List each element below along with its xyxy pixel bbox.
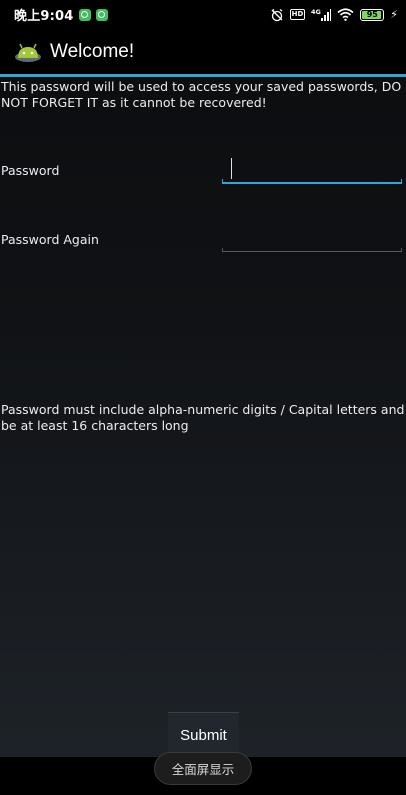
password-again-label: Password Again	[1, 232, 99, 247]
battery-percent: 95	[366, 9, 378, 19]
notification-app-icon	[95, 8, 108, 21]
status-time: 晚上9:04	[14, 9, 74, 24]
action-bar-divider	[0, 74, 406, 77]
password-input-edge	[222, 179, 223, 184]
action-bar: Welcome!	[0, 29, 406, 74]
intro-warning-text: This password will be used to access you…	[1, 79, 402, 110]
wifi-icon	[337, 8, 354, 21]
android-icon	[14, 41, 42, 63]
screen: 晚上9:04 HD 4G 95 ⚡︎ Welcome! This passwor…	[0, 0, 406, 795]
status-icons: HD 4G 95 ⚡︎	[270, 0, 398, 29]
page-title: Welcome!	[50, 40, 135, 62]
fullscreen-display-button[interactable]: 全面屏显示	[154, 752, 252, 785]
password-again-input-edge	[401, 248, 402, 252]
password-input[interactable]	[222, 158, 402, 184]
submit-button[interactable]: Submit	[168, 712, 239, 757]
cell-signal-icon: 4G	[311, 8, 332, 22]
hd-badge: HD	[289, 9, 306, 20]
password-input-edge	[401, 179, 402, 184]
text-cursor	[231, 158, 232, 179]
password-label: Password	[1, 163, 60, 178]
status-bar: 晚上9:04 HD 4G 95 ⚡︎	[0, 0, 406, 29]
password-again-input-edge	[222, 248, 223, 252]
notification-app-icon	[78, 8, 91, 21]
alarm-off-icon	[270, 8, 284, 22]
bolt-icon: ⚡︎	[390, 8, 398, 21]
network-type: 4G	[311, 8, 321, 16]
password-rules-text: Password must include alpha-numeric digi…	[1, 402, 405, 433]
battery-icon: 95	[360, 8, 385, 21]
password-again-input[interactable]	[222, 226, 402, 252]
